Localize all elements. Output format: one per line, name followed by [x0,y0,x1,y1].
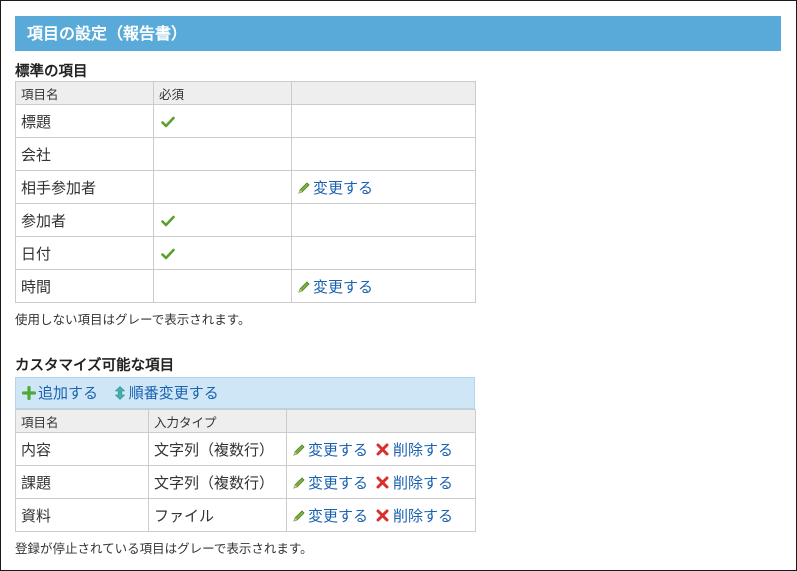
standard-section-title: 標準の項目 [15,64,88,80]
edit-link-label: 変更する [313,277,374,296]
plus-icon [22,386,36,400]
check-icon [161,248,175,259]
table-row: 資料 ファイル 変更する 削除する [15,498,476,532]
column-header-actions [286,409,476,433]
delete-link-label: 削除する [393,506,454,525]
item-name: 内容 [15,432,149,466]
required-cell [153,269,292,303]
table-row: 課題 文字列（複数行） 変更する 削除する [15,465,476,499]
pencil-icon [298,280,310,293]
delete-link[interactable]: 削除する [368,441,453,459]
actions-cell: 変更する 削除する [286,498,476,532]
add-button[interactable]: 追加する [22,384,98,402]
item-name: 会社 [15,137,154,171]
input-type: 文字列（複数行） [148,465,287,499]
custom-section-title: カスタマイズ可能な項目 [15,358,175,374]
edit-link-label: 変更する [308,440,369,459]
required-cell [153,203,292,237]
delete-link[interactable]: 削除する [368,507,453,525]
actions-cell: 変更する 削除する [286,432,476,466]
page-title: 項目の設定（報告書） [15,16,781,51]
edit-link[interactable]: 変更する [297,278,373,296]
pencil-icon [293,443,305,456]
action-cell: 変更する [291,269,476,303]
action-cell [291,203,476,237]
item-name: 日付 [15,236,154,270]
action-cell [291,236,476,270]
column-header-required: 必須 [153,81,292,105]
edit-link-label: 変更する [313,178,374,197]
pencil-icon [298,181,310,194]
required-cell [153,104,292,138]
delete-link-label: 削除する [393,473,454,492]
required-cell [153,137,292,171]
standard-items-table: 項目名 必須 標題 会社 相手参加者 変更する 参加者 日付 時間 変更する [15,81,476,303]
table-row: 日付 [15,236,476,270]
table-row: 内容 文字列（複数行） 変更する 削除する [15,432,476,466]
item-name: 標題 [15,104,154,138]
delete-x-icon [376,443,389,455]
required-cell [153,170,292,204]
item-name: 資料 [15,498,149,532]
action-cell: 変更する [291,170,476,204]
edit-link[interactable]: 変更する [292,441,368,459]
pencil-icon [293,476,305,489]
input-type: ファイル [148,498,287,532]
custom-toolbar: 追加する 順番変更する [15,377,475,409]
action-cell [291,104,476,138]
table-row: 相手参加者 変更する [15,170,476,204]
custom-items-table: 項目名 入力タイプ 内容 文字列（複数行） 変更する 削除する 課題 文字列（複数… [15,409,476,532]
custom-note: 登録が停止されている項目はグレーで表示されます。 [15,541,313,556]
up-down-arrows-icon [114,386,126,400]
check-icon [161,215,175,226]
check-icon [161,116,175,127]
table-row: 参加者 [15,203,476,237]
column-header-name: 項目名 [15,409,149,433]
edit-link[interactable]: 変更する [292,474,368,492]
required-cell [153,236,292,270]
column-header-input-type: 入力タイプ [148,409,287,433]
edit-link[interactable]: 変更する [297,179,373,197]
edit-link-label: 変更する [308,506,369,525]
delete-link-label: 削除する [393,440,454,459]
delete-x-icon [376,509,389,521]
actions-cell: 変更する 削除する [286,465,476,499]
delete-x-icon [376,476,389,488]
input-type: 文字列（複数行） [148,432,287,466]
table-row: 会社 [15,137,476,171]
table-row: 時間 変更する [15,269,476,303]
item-name: 参加者 [15,203,154,237]
pencil-icon [293,509,305,522]
standard-note: 使用しない項目はグレーで表示されます。 [15,312,251,327]
table-row: 標題 [15,104,476,138]
edit-link-label: 変更する [308,473,369,492]
add-button-label: 追加する [38,384,99,402]
action-cell [291,137,476,171]
item-name: 時間 [15,269,154,303]
reorder-button[interactable]: 順番変更する [113,384,219,402]
column-header-action [291,81,476,105]
reorder-button-label: 順番変更する [128,384,219,402]
edit-link[interactable]: 変更する [292,507,368,525]
table-header-row: 項目名 入力タイプ [15,409,476,433]
item-name: 課題 [15,465,149,499]
table-header-row: 項目名 必須 [15,81,476,105]
item-name: 相手参加者 [15,170,154,204]
column-header-name: 項目名 [15,81,154,105]
delete-link[interactable]: 削除する [368,474,453,492]
